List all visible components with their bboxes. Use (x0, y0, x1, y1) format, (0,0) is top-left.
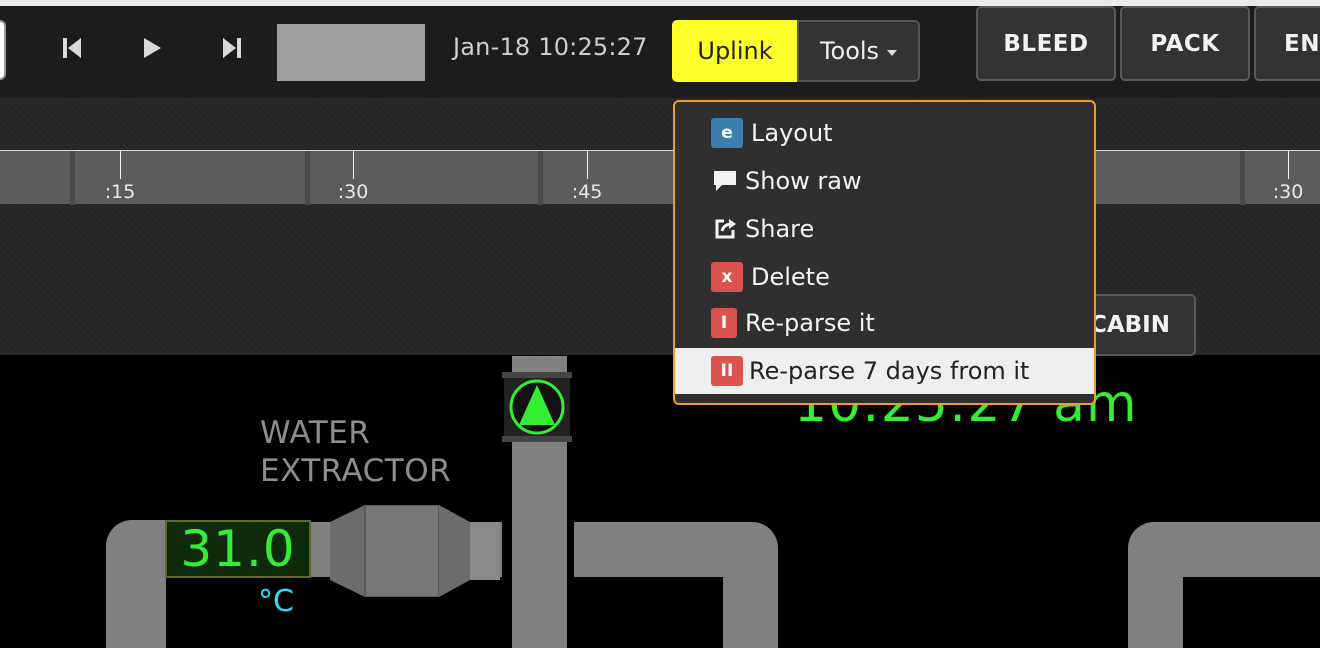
water-extractor-icon (330, 505, 500, 597)
water-extractor-label-line: EXTRACTOR (260, 453, 452, 489)
timeline-separator (538, 151, 543, 205)
menu-item-reparse[interactable]: I Re-parse it (675, 300, 1094, 346)
toolbar: Jan-18 10:25:27 Uplink Tools BLEED PACK … (0, 0, 1320, 98)
timeline-tick-label: :30 (1272, 181, 1304, 203)
timeline-tick (1288, 151, 1289, 179)
menu-item-delete[interactable]: x Delete (675, 254, 1094, 300)
playback-speed-box[interactable] (277, 24, 425, 81)
menu-item-reparse-7-days[interactable]: II Re-parse 7 days from it (675, 348, 1094, 394)
menu-item-show-raw[interactable]: Show raw (675, 158, 1094, 204)
timeline-tick (120, 151, 121, 179)
valve-icon[interactable] (500, 370, 574, 444)
tools-dropdown-menu: e Layout Show raw Share x Delete I Re-pa… (673, 100, 1096, 405)
timeline-separator (305, 151, 310, 205)
tools-label: Tools (819, 37, 880, 65)
menu-item-label: Layout (751, 119, 833, 147)
timeline-tick-label: :15 (104, 181, 136, 203)
menu-item-share[interactable]: Share (675, 206, 1094, 252)
pack-button[interactable]: PACK (1120, 6, 1250, 81)
skip-back-icon (63, 38, 81, 58)
eng-button[interactable]: ENG (1254, 6, 1320, 81)
water-extractor-label-line: WATER (260, 415, 371, 451)
pipe-segment (140, 520, 166, 578)
search-input-edge[interactable] (0, 20, 6, 80)
menu-item-label: Re-parse it (745, 309, 875, 337)
uplink-button[interactable]: Uplink (672, 20, 798, 82)
bleed-button[interactable]: BLEED (976, 6, 1116, 81)
menu-item-label: Re-parse 7 days from it (749, 357, 1030, 385)
temperature-readout: 31.0 (165, 520, 311, 578)
reparse-7-days-badge-icon: II (711, 356, 743, 386)
skip-back-button[interactable] (52, 28, 92, 68)
timeline-separator (1240, 151, 1245, 205)
caret-down-icon (887, 50, 898, 56)
menu-item-layout[interactable]: e Layout (675, 110, 1094, 156)
delete-badge-icon: x (711, 262, 743, 292)
play-button[interactable] (132, 28, 172, 68)
pipe-segment (1128, 560, 1183, 648)
toolbar-top-border (0, 0, 1320, 6)
water-extractor-label: WATER EXTRACTOR (260, 414, 451, 490)
menu-item-label: Delete (751, 263, 830, 291)
timeline-separator (70, 151, 75, 205)
share-icon (711, 215, 739, 243)
skip-forward-button[interactable] (212, 28, 252, 68)
play-icon (144, 38, 161, 58)
current-timestamp: Jan-18 10:25:27 (453, 33, 648, 61)
skip-forward-icon (223, 38, 241, 58)
layout-badge-icon: e (711, 118, 743, 148)
reparse-badge-icon: I (711, 308, 737, 338)
speech-bubble-icon (711, 167, 739, 195)
pipe-segment (723, 560, 778, 648)
timeline-tick (587, 151, 588, 179)
temperature-unit: °C (258, 584, 294, 619)
timeline-tick-label: :45 (571, 181, 603, 203)
timeline-ruler[interactable]: :15 :30 :45 :30 (0, 150, 1320, 205)
tools-dropdown-button[interactable]: Tools (797, 20, 920, 82)
menu-item-label: Share (745, 215, 815, 243)
timeline-tick-label: :30 (337, 181, 369, 203)
menu-item-label: Show raw (745, 167, 862, 195)
timeline-tick (353, 151, 354, 179)
